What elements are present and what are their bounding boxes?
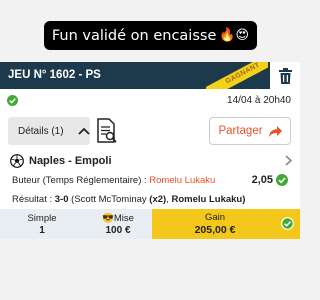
bet-type-value: 1: [39, 224, 45, 236]
result-last: Romelu Lukaku): [171, 194, 246, 205]
check-icon: [281, 217, 294, 230]
bet-label: Buteur (Temps Réglementaire) :: [12, 175, 150, 186]
ticket-header: JEU N° 1602 - PS GAGNANT: [0, 62, 300, 89]
share-button[interactable]: Partager: [209, 117, 291, 145]
result-mid: (Scott McTominay: [68, 194, 150, 205]
chevron-right-icon: [285, 155, 292, 166]
chevron-up-icon: [77, 127, 90, 135]
winner-ribbon-label: GAGNANT: [206, 62, 268, 89]
ticket-date: 14/04 à 20h40: [227, 95, 291, 106]
match-teams: Naples - Empoli: [29, 155, 112, 167]
check-icon: [276, 174, 288, 186]
bet-ticket-card: JEU N° 1602 - PS GAGNANT 14/04 à 20h40 D…: [0, 62, 300, 300]
check-icon: [7, 95, 18, 106]
details-label: Détails (1): [18, 125, 64, 137]
stake-cell: 😎Mise 100 €: [84, 209, 152, 239]
result-score: 3-0: [54, 194, 69, 205]
stake-value: 100 €: [105, 224, 131, 236]
share-label: Partager: [218, 125, 263, 137]
trash-icon: [278, 67, 292, 84]
details-toggle-button[interactable]: Détails (1): [8, 117, 90, 145]
bet-pick: Romelu Lukaku: [149, 175, 216, 186]
match-row[interactable]: Naples - Empoli: [10, 152, 292, 170]
winner-ribbon: GAGNANT: [206, 62, 268, 89]
caption-emojis: 🔥😍: [219, 28, 250, 43]
bet-selection: Buteur (Temps Réglementaire) : Romelu Lu…: [12, 175, 215, 186]
gain-label: Gain: [204, 212, 226, 223]
caption-banner: Fun validé on encaisse 🔥😍: [44, 21, 257, 50]
stake-label: 😎Mise: [102, 212, 134, 224]
empty-background: [0, 239, 300, 300]
match-result: Résultat : 3-0 (Scott McTominay (x2), Ro…: [12, 194, 245, 205]
gain-cell: Gain 205,00 €: [152, 209, 278, 239]
delete-button[interactable]: [270, 62, 300, 89]
gain-value: 205,00 €: [194, 224, 236, 236]
soccer-ball-icon: [10, 154, 24, 168]
bet-type-cell: Simple 1: [0, 209, 84, 239]
game-title: JEU N° 1602 - PS: [8, 69, 101, 81]
bet-odds: 2,05: [251, 174, 273, 186]
bet-type-label: Simple: [27, 212, 57, 224]
result-x2: (x2): [149, 194, 167, 205]
ticket-summary: Simple 1 😎Mise 100 € Gain 205,00 €: [0, 209, 300, 239]
gain-status-cell: [278, 209, 300, 239]
share-arrow-icon: [268, 125, 282, 137]
caption-text: Fun validé on encaisse: [51, 27, 217, 44]
document-icon[interactable]: [96, 118, 118, 144]
result-prefix: Résultat :: [12, 194, 55, 205]
